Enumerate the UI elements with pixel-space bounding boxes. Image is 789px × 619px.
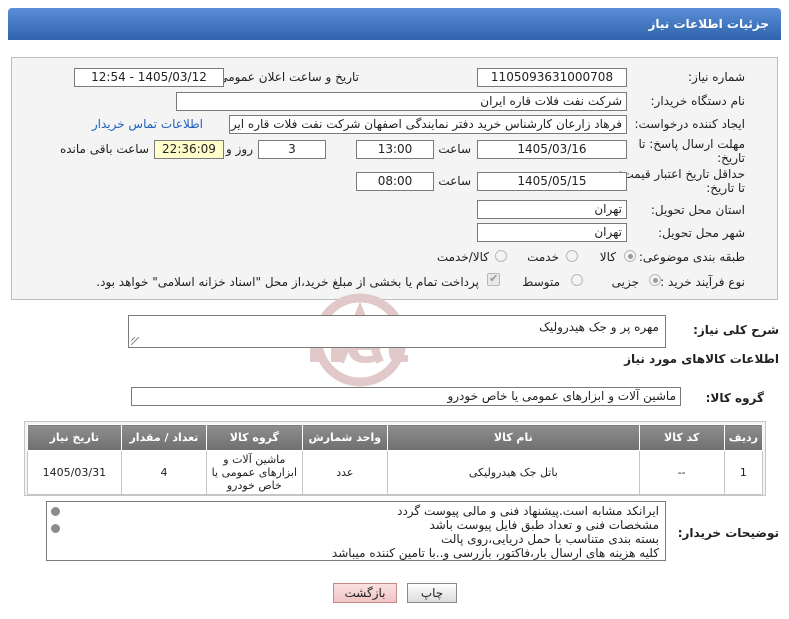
purchase-type-label: نوع فرآیند خرید : [660,275,745,289]
buyer-note-line: مشخصات فنی و تعداد طبق فایل پیوست باشد [429,518,659,532]
col-header-name: نام کالا [387,424,640,451]
items-table-header: ردیف کد کالا نام کالا واحد شمارش گروه کا… [27,424,764,451]
buyer-contact-link[interactable]: اطلاعات تماس خریدار [92,117,203,131]
col-header-qty: تعداد / مقدار [120,424,208,451]
requester-field[interactable]: فرهاد زارعان کارشناس خرید دفتر نمایندگی … [229,115,627,134]
category-label: طبقه بندی موضوعی: [638,250,745,264]
general-desc-field[interactable]: مهره پر و جک هیدرولیک [128,315,666,348]
city-label: شهر محل تحویل: [658,226,745,240]
reply-deadline-time-field[interactable]: 13:00 [356,140,434,159]
col-header-date: تاریخ نیاز [27,424,122,451]
purchase-type-option-minor: جزیی [611,275,639,289]
back-button[interactable]: بازگشت [333,583,397,603]
price-validity-label-2: تا تاریخ: [706,181,745,195]
category-radio-goods[interactable] [624,250,636,262]
price-validity-time-field[interactable]: 08:00 [356,172,434,191]
items-table: ردیف کد کالا نام کالا واحد شمارش گروه کا… [27,424,764,495]
remaining-days-field[interactable]: 3 [258,140,326,159]
buyer-note-line: بسته بندی متناسب با حمل دریایی،روی پالت [440,532,659,546]
validity-time-label: ساعت [438,174,471,188]
category-option-goods: کالا [599,250,616,264]
buyer-notes-field[interactable]: ایرانکد مشابه است.پیشنهاد فنی و مالی پیو… [46,501,666,561]
cell-row: 1 [723,450,764,495]
city-field[interactable]: تهران [477,223,627,242]
goods-info-title: اطلاعات کالاهای مورد نیاز [624,352,779,366]
page-title: جزئیات اطلاعات نیاز [648,17,769,31]
cell-date: 1405/03/31 [27,450,122,495]
scroll-down-icon[interactable] [50,524,60,533]
cell-unit: عدد [301,450,389,495]
reply-time-label: ساعت [438,142,471,156]
cell-code: -- [638,450,725,495]
announce-datetime-label: تاریخ و ساعت اعلان عمومی: [214,70,359,84]
need-number-label: شماره نیاز: [688,70,745,84]
buyer-org-label: نام دستگاه خریدار: [650,94,746,108]
scroll-up-icon[interactable] [50,507,60,516]
print-button[interactable]: چاپ [407,583,457,603]
reply-deadline-label-2: تاریخ: [717,151,745,165]
col-header-code: کد کالا [638,424,725,451]
remaining-time-field[interactable]: 22:36:09 [154,140,224,159]
treasury-payment-note: پرداخت تمام یا بخشی از مبلغ خرید،از محل … [96,275,479,289]
general-desc-text: مهره پر و جک هیدرولیک [539,320,659,334]
province-field[interactable]: تهران [477,200,627,219]
buyer-org-field[interactable]: شرکت نفت فلات قاره ایران [176,92,627,111]
category-radio-service[interactable] [566,250,578,262]
col-header-group: گروه کالا [206,424,303,451]
category-option-goods-service: کالا/خدمت [436,250,489,264]
table-row[interactable]: 1 -- باتل جک هیدرولیکی عدد ماشین آلات و … [27,450,764,495]
category-radio-goods-service[interactable] [495,250,507,262]
buyer-note-line: کلیه هزینه های ارسال بار،فاکتور، بازرسی … [331,546,659,560]
goods-group-label: گروه کالا: [705,391,764,405]
general-desc-label: شرح کلی نیاز: [693,323,779,337]
treasury-payment-checkbox[interactable] [487,272,500,286]
reply-deadline-date-field[interactable]: 1405/03/16 [477,140,627,159]
resize-grip-icon[interactable] [131,337,139,345]
col-header-unit: واحد شمارش [301,424,389,451]
notes-scrollbar[interactable] [49,504,61,560]
cell-group: ماشین آلات و ابزارهای عمومی یا خاص خودرو [206,450,303,495]
reply-deadline-label: مهلت ارسال پاسخ: تا [638,137,745,151]
goods-group-field[interactable]: ماشین آلات و ابزارهای عمومی یا خاص خودرو [131,387,681,406]
remaining-time-label: ساعت باقی مانده [59,142,149,156]
category-option-service: خدمت [527,250,559,264]
page-header: جزئیات اطلاعات نیاز [8,8,781,40]
col-header-row: ردیف [723,424,764,451]
province-label: استان محل تحویل: [650,203,745,217]
buyer-notes-label: توضیحات خریدار: [677,526,779,540]
cell-name: باتل جک هیدرولیکی [387,450,640,495]
announce-datetime-field[interactable]: 1405/03/12 - 12:54 [74,68,224,87]
purchase-type-option-medium: متوسط [522,275,560,289]
price-validity-date-field[interactable]: 1405/05/15 [477,172,627,191]
buyer-note-line: ایرانکد مشابه است.پیشنهاد فنی و مالی پیو… [397,504,659,518]
need-number-field[interactable]: 1105093631000708 [477,68,627,87]
purchase-type-radio-minor[interactable] [649,274,661,286]
cell-qty: 4 [120,450,208,495]
price-validity-label: حداقل تاریخ اعتبار قیمت: [618,167,745,181]
requester-label: ایجاد کننده درخواست: [634,117,745,131]
days-label: روز و [226,142,253,156]
purchase-type-radio-medium[interactable] [571,274,583,286]
